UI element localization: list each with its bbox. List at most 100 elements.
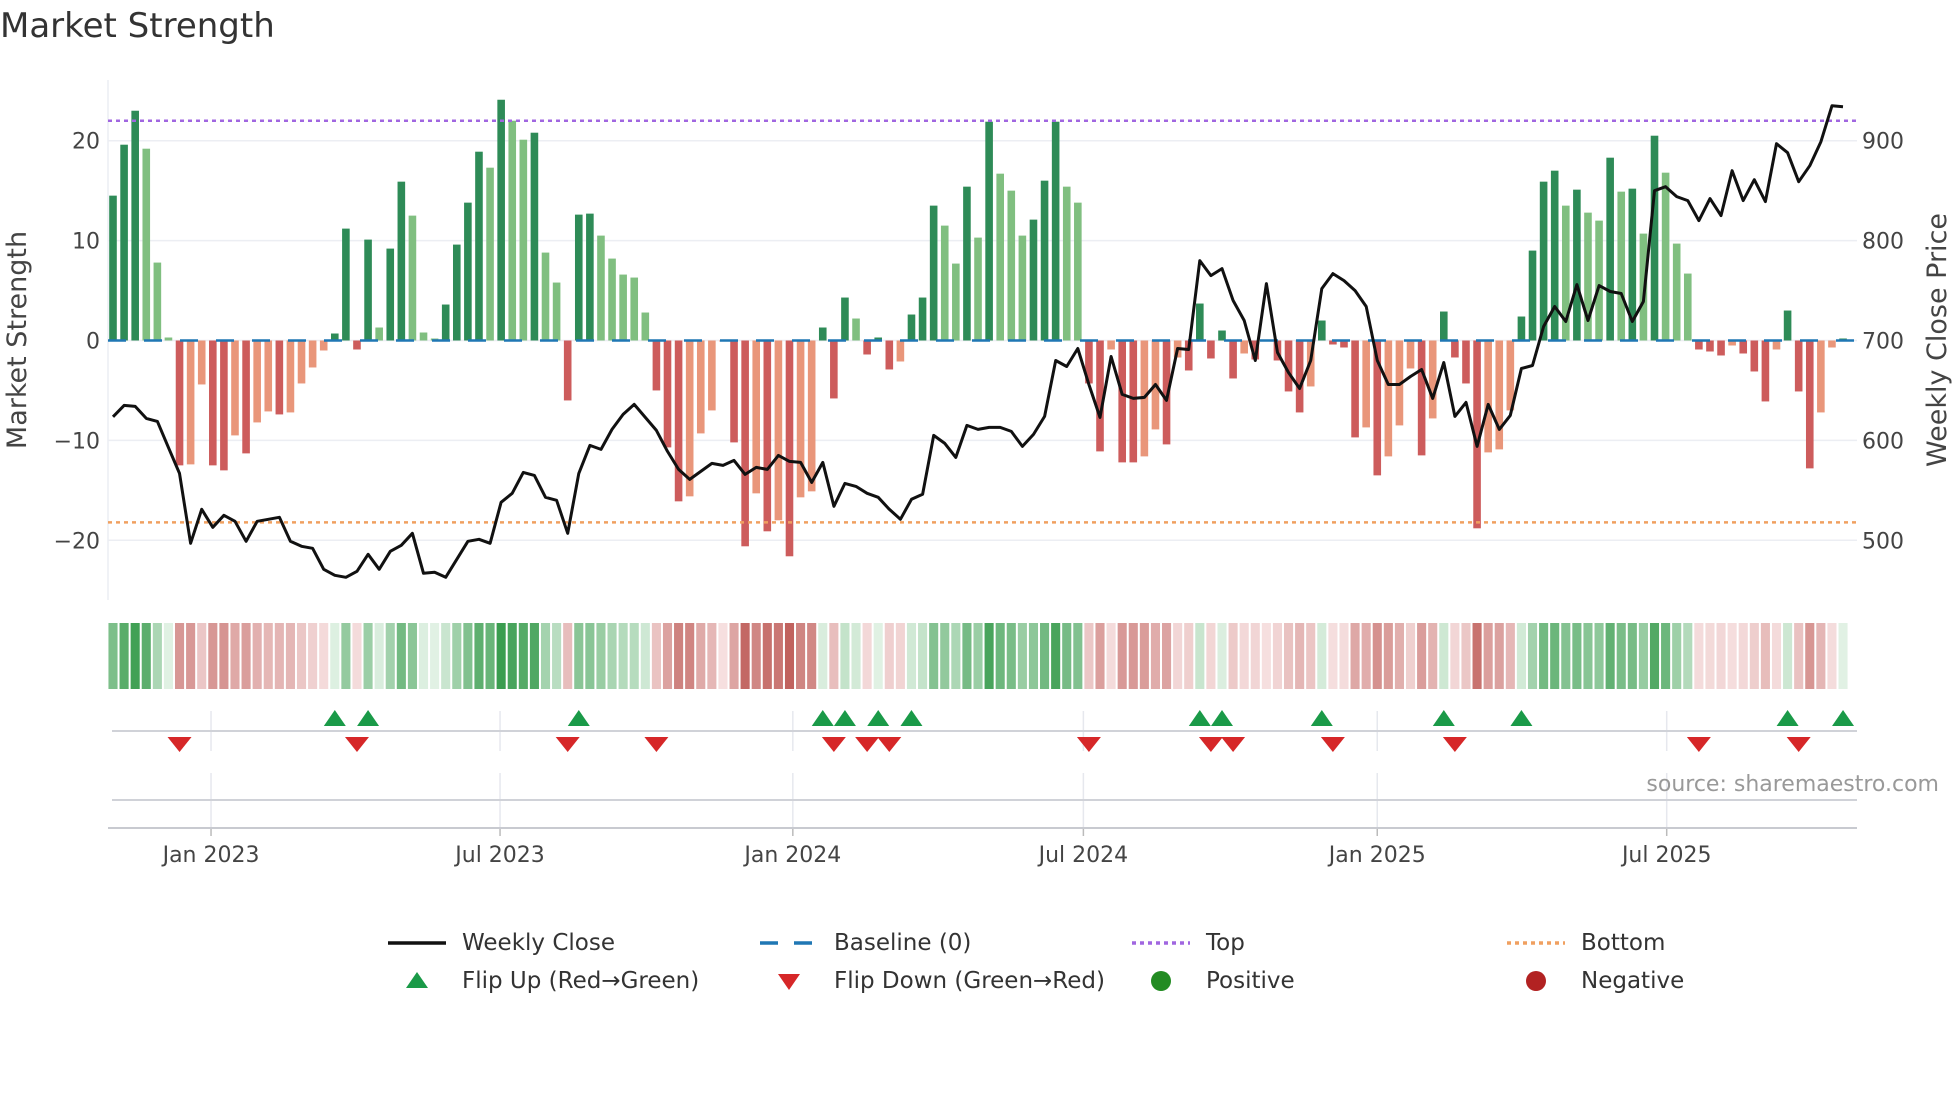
- flip-down-marker: [1786, 737, 1811, 752]
- strength-bar: [1406, 340, 1415, 369]
- heatmap-cell: [696, 623, 706, 689]
- dashed-line-icon: [758, 928, 820, 958]
- flip-down-marker: [855, 737, 880, 752]
- x-tick-label: Jul 2023: [453, 843, 545, 868]
- strength-bar: [220, 340, 228, 471]
- y-tick-label: 10: [72, 230, 100, 255]
- heatmap-cell: [707, 623, 717, 689]
- strength-bar: [452, 244, 461, 341]
- legend-item-bottom[interactable]: Bottom: [1505, 928, 1665, 958]
- heatmap-cell: [385, 623, 395, 689]
- flip-down-marker: [1442, 737, 1467, 752]
- heatmap-cell: [1150, 623, 1161, 689]
- legend-label: Negative: [1581, 968, 1685, 994]
- strength-bar: [574, 214, 583, 341]
- heatmap-cell: [740, 623, 750, 689]
- legend-item-flip-down[interactable]: Flip Down (Green→Red): [758, 966, 1105, 996]
- heatmap-cell: [1317, 623, 1327, 689]
- legend-item-negative[interactable]: Negative: [1505, 966, 1684, 996]
- y-tick-label: −20: [54, 529, 100, 554]
- flip-down-marker: [1686, 737, 1711, 752]
- strength-bar: [1129, 340, 1138, 463]
- strength-heatmap-strip: [108, 623, 1848, 689]
- heatmap-cell: [1394, 623, 1404, 689]
- strength-bar: [929, 205, 938, 341]
- strength-bar: [1318, 320, 1326, 341]
- strength-bar: [918, 297, 927, 341]
- legend-item-baseline[interactable]: Baseline (0): [758, 928, 971, 958]
- heatmap-cell: [1483, 623, 1493, 689]
- strength-bar: [497, 99, 505, 341]
- heatmap-cell: [973, 623, 983, 689]
- legend-item-positive[interactable]: Positive: [1130, 966, 1295, 996]
- heatmap-cell: [252, 623, 262, 689]
- strength-bar: [1207, 340, 1215, 359]
- heatmap-cell: [330, 623, 340, 689]
- flip-down-marker: [1221, 737, 1246, 752]
- strength-bar: [1007, 190, 1016, 341]
- heatmap-cell: [119, 623, 129, 689]
- strength-bar: [641, 312, 650, 341]
- flip-up-marker: [1188, 710, 1211, 726]
- strength-bar: [486, 167, 494, 341]
- heatmap-cell: [1627, 623, 1637, 689]
- heatmap-cell: [152, 623, 162, 689]
- strength-bar: [741, 340, 749, 547]
- flip-down-marker: [821, 737, 846, 752]
- x-tick-label: Jul 2025: [1620, 843, 1712, 868]
- flip-down-marker: [644, 737, 669, 752]
- strength-bar: [896, 340, 905, 362]
- strength-bar: [985, 121, 993, 341]
- strength-bar: [297, 340, 306, 384]
- heatmap-cell: [1505, 623, 1515, 689]
- heatmap-cell: [1749, 623, 1759, 689]
- circle-icon: [1130, 966, 1192, 996]
- dotted-line-icon: [1130, 928, 1192, 958]
- heatmap-cell: [1494, 623, 1504, 689]
- strength-bar: [109, 195, 117, 341]
- flip-down-marker: [344, 737, 369, 752]
- heatmap-cell: [574, 623, 584, 689]
- strength-bar: [231, 340, 239, 436]
- heatmap-cell: [618, 623, 628, 689]
- strength-bar: [1029, 219, 1038, 341]
- strength-bar: [1484, 340, 1492, 453]
- heatmap-cell: [352, 623, 362, 689]
- legend-item-top[interactable]: Top: [1130, 928, 1245, 958]
- strength-bar: [1617, 191, 1626, 341]
- heatmap-cell: [141, 623, 151, 689]
- strength-bar: [1672, 243, 1681, 341]
- heatmap-cell: [840, 623, 850, 689]
- legend-item-flip-up[interactable]: Flip Up (Red→Green): [386, 966, 699, 996]
- heatmap-cell: [951, 623, 961, 689]
- strength-bar: [674, 340, 683, 502]
- strength-bar: [608, 258, 616, 341]
- strength-bar: [319, 340, 328, 351]
- strength-bar: [1229, 340, 1237, 379]
- heatmap-cell: [485, 623, 495, 689]
- heatmap-cell: [984, 623, 994, 689]
- heatmap-cell: [1128, 623, 1138, 689]
- heatmap-cell: [1550, 623, 1560, 689]
- y2-tick-label: 900: [1862, 130, 1904, 155]
- legend-item-weekly-close[interactable]: Weekly Close: [386, 928, 615, 958]
- heatmap-cell: [629, 623, 639, 689]
- flip-up-marker: [867, 710, 890, 726]
- y2-tick-label: 700: [1862, 330, 1904, 355]
- heatmap-cell: [540, 623, 551, 689]
- y-tick-label: 0: [86, 330, 100, 355]
- strength-bar: [818, 327, 827, 341]
- heatmap-cell: [1594, 623, 1604, 689]
- strength-bar: [1040, 180, 1049, 341]
- heatmap-cell: [1217, 623, 1227, 689]
- y-tick-label: 20: [72, 130, 100, 155]
- strength-bar: [175, 340, 184, 466]
- x-tick-label: Jan 2025: [1327, 843, 1426, 868]
- heatmap-cell: [1516, 623, 1526, 689]
- heatmap-cell: [918, 623, 928, 689]
- strength-bar: [1417, 340, 1426, 456]
- heatmap-cell: [1461, 623, 1471, 689]
- strength-bar: [952, 263, 960, 341]
- heatmap-cell: [862, 623, 872, 689]
- heatmap-cell: [1827, 623, 1837, 689]
